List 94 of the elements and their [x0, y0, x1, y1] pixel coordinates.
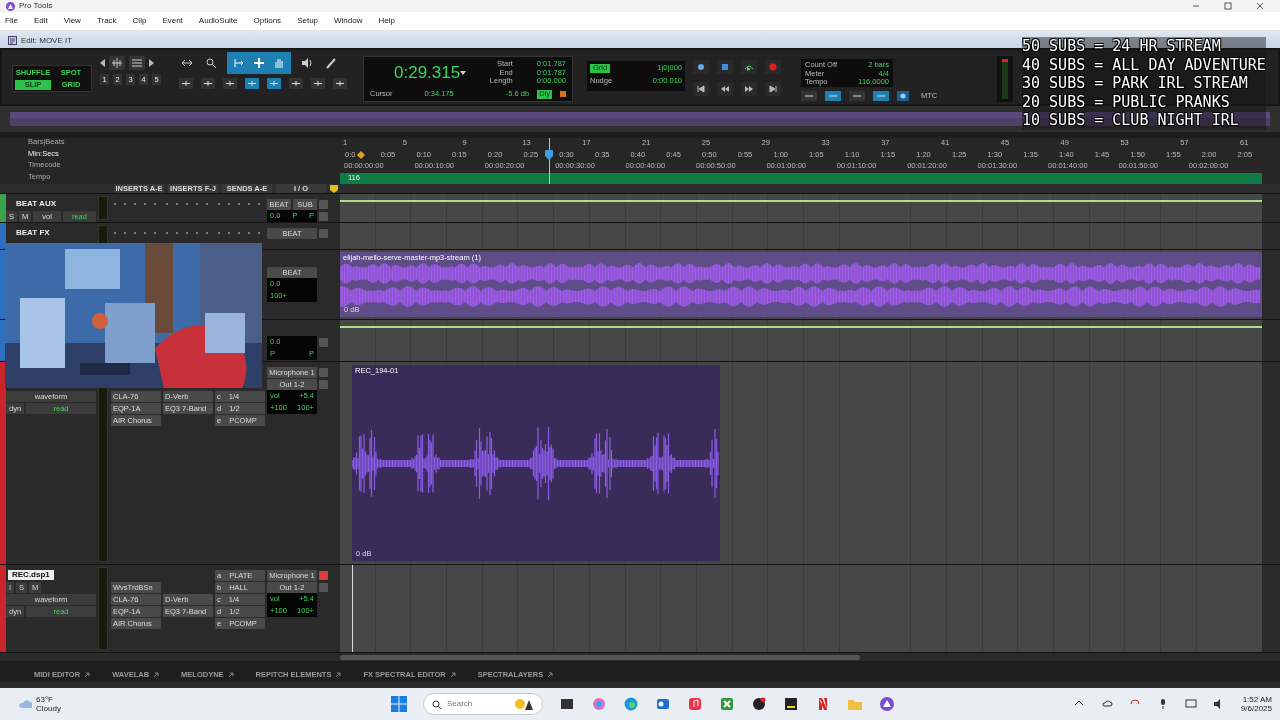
overlay-text: 10 SUBS = CLUB NIGHT IRL — [1022, 111, 1240, 130]
record-enable-button[interactable] — [319, 570, 328, 580]
music-icon[interactable] — [686, 696, 703, 712]
speaker-icon[interactable] — [299, 56, 315, 70]
level-meter — [98, 196, 108, 220]
browser-icon[interactable] — [622, 696, 639, 712]
menu-item[interactable]: Help — [378, 16, 395, 26]
split-icon[interactable] — [179, 78, 193, 89]
indicator-icon — [560, 91, 566, 98]
external-link-icon[interactable] — [449, 672, 456, 678]
horizontal-scrollbar[interactable] — [340, 654, 860, 660]
grabber-tool-icon[interactable] — [251, 56, 267, 70]
menu-item[interactable]: Setup — [297, 16, 319, 26]
stop-icon[interactable] — [717, 60, 733, 74]
external-link-icon[interactable] — [227, 672, 234, 678]
maximize-icon[interactable] — [1224, 2, 1232, 10]
search-bar[interactable]: Search — [422, 693, 543, 715]
window-title: Edit: MOVE IT — [21, 35, 73, 46]
link-icon[interactable] — [245, 78, 259, 89]
dropdown-caret-icon[interactable] — [460, 70, 467, 75]
overlay-text: 30 SUBS = PARK IRL STREAM — [1022, 74, 1249, 93]
search-icon — [431, 699, 441, 709]
return-to-zero-icon[interactable] — [693, 82, 709, 96]
swirl-icon[interactable] — [590, 696, 607, 712]
right-arrow-icon[interactable] — [149, 59, 154, 67]
track-option-button[interactable] — [319, 211, 328, 221]
track-name[interactable]: BEAT FX — [6, 228, 50, 238]
search-input[interactable]: Search — [446, 699, 507, 709]
go-to-end-icon[interactable] — [765, 82, 781, 96]
overlay-text: 20 SUBS = PUBLIC PRANKS — [1022, 92, 1231, 111]
menu-item[interactable]: AudioSuite — [198, 16, 238, 26]
session-overview[interactable] — [10, 112, 1270, 126]
pencil-icon[interactable] — [323, 56, 339, 70]
loop-play-icon[interactable] — [741, 60, 757, 74]
waveform-zoom-icon[interactable] — [109, 56, 125, 70]
menu-item[interactable]: Track — [96, 16, 117, 26]
temperature: 63°F — [36, 694, 54, 704]
external-link-icon[interactable] — [335, 672, 342, 678]
menu-item[interactable]: Edit — [33, 16, 48, 26]
track-height-icon[interactable] — [129, 56, 145, 70]
menu-item[interactable]: Options — [253, 16, 282, 26]
main-counter: 0:29.315 — [394, 62, 461, 83]
online-icon[interactable] — [693, 60, 709, 74]
weather-text: Cloudy — [36, 704, 61, 714]
track-option-button[interactable] — [319, 199, 328, 209]
start-icon[interactable] — [390, 696, 407, 712]
game-icon[interactable] — [718, 696, 735, 712]
track-name[interactable]: BEAT AUX — [6, 199, 56, 209]
menu-item[interactable]: Event — [162, 16, 183, 26]
output-meter — [997, 56, 1014, 102]
track-option-button[interactable] — [319, 367, 328, 377]
playhead-marker-icon[interactable] — [545, 150, 553, 160]
document-icon — [8, 36, 17, 45]
shield-icon[interactable] — [289, 78, 303, 89]
window-icon[interactable] — [333, 78, 347, 89]
clock-icon[interactable] — [897, 91, 909, 101]
left-arrow-icon[interactable] — [100, 59, 105, 67]
menu-item[interactable]: Clip — [132, 16, 147, 26]
grid-snap-icon[interactable] — [267, 78, 281, 89]
rewind-icon[interactable] — [717, 82, 733, 96]
note-icon[interactable] — [782, 696, 799, 712]
conductor-icon[interactable] — [849, 91, 865, 101]
triangle-logo-icon[interactable] — [878, 696, 895, 712]
mail-icon[interactable] — [654, 696, 671, 712]
track-option-button[interactable] — [319, 379, 328, 389]
record-icon[interactable] — [765, 60, 781, 74]
separate-icon[interactable] — [201, 78, 215, 89]
task-view-icon[interactable] — [558, 696, 575, 712]
chat-icon[interactable] — [750, 696, 767, 712]
external-link-icon[interactable] — [84, 672, 91, 678]
close-icon[interactable] — [1256, 2, 1264, 10]
external-link-icon[interactable] — [153, 672, 160, 678]
clock-time: 1:52 AM — [1241, 694, 1272, 704]
overlay-text: 40 SUBS = ALL DAY ADVENTURE — [1022, 55, 1266, 74]
track-name[interactable]: REC.dsp1 — [8, 570, 54, 580]
highlight-icon — [512, 697, 535, 711]
clock-date: 9/6/2025 — [1240, 704, 1272, 714]
search-icon[interactable] — [203, 56, 219, 70]
fast-forward-icon[interactable] — [741, 82, 757, 96]
app-title: Pro Tools — [19, 1, 53, 11]
track-option-button[interactable] — [319, 337, 328, 347]
selection-marker-icon[interactable] — [357, 151, 365, 159]
menu-item[interactable]: File — [5, 16, 18, 26]
monitor-icon[interactable] — [1184, 698, 1197, 710]
external-link-icon[interactable] — [547, 672, 554, 678]
track-option-button[interactable] — [319, 228, 328, 238]
cloud-outline-icon[interactable] — [1100, 698, 1113, 710]
wait-icon[interactable] — [801, 91, 817, 101]
menu-item[interactable]: Window — [334, 16, 363, 26]
marker-icon[interactable] — [330, 184, 338, 193]
stack-icon[interactable] — [223, 78, 237, 89]
track-option-button[interactable] — [319, 582, 328, 592]
menu-item[interactable]: View — [63, 16, 81, 26]
insertion-icon[interactable] — [311, 78, 325, 89]
